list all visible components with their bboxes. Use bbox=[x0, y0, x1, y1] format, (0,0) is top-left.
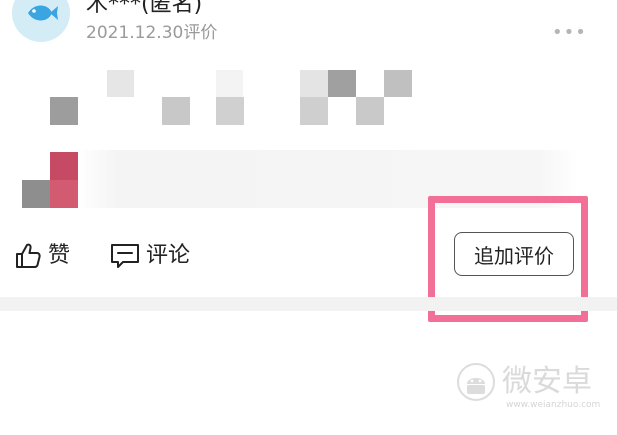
review-date: 2021.12.30评价 bbox=[86, 23, 218, 43]
add-follow-up-review-button[interactable]: 追加评价 bbox=[454, 232, 574, 276]
thumbs-up-icon bbox=[16, 243, 41, 268]
more-options-icon[interactable]: ••• bbox=[552, 24, 587, 42]
android-logo-icon bbox=[457, 363, 495, 401]
comment-button[interactable]: 评论 bbox=[110, 242, 190, 270]
fish-icon bbox=[28, 5, 58, 21]
blurred-text-line bbox=[78, 150, 578, 208]
reviewer-name: 木***(匿名) bbox=[86, 0, 203, 17]
section-divider bbox=[0, 297, 617, 311]
watermark: 微安卓 www.weianzhuo.com bbox=[456, 362, 600, 410]
like-button[interactable]: 赞 bbox=[14, 242, 70, 270]
comment-icon bbox=[111, 244, 139, 268]
watermark-brand: 微安卓 bbox=[502, 364, 592, 399]
like-label: 赞 bbox=[48, 243, 71, 268]
comment-label: 评论 bbox=[146, 243, 191, 268]
avatar[interactable] bbox=[12, 0, 70, 42]
watermark-url: www.weianzhuo.com bbox=[506, 400, 601, 410]
